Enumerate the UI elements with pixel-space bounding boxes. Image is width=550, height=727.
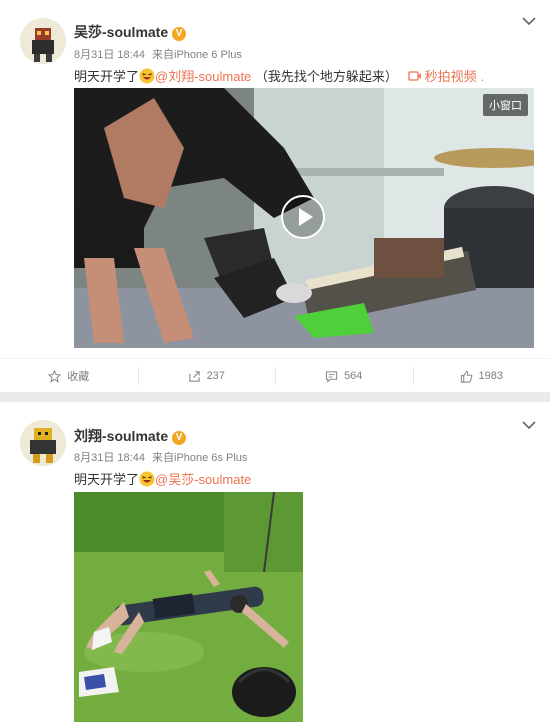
author-name[interactable]: 刘翔-soulmate V <box>74 426 187 446</box>
video-player[interactable]: 小窗口 <box>74 88 534 348</box>
comment-button[interactable]: 564 <box>275 359 413 393</box>
post-date[interactable]: 8月31日 18:44 <box>74 49 145 61</box>
post-date[interactable]: 8月31日 18:44 <box>74 452 145 464</box>
post-meta: 8月31日 18:44 来自iPhone 6 Plus <box>74 46 242 62</box>
source-label: 来自 <box>152 452 174 464</box>
repost-count: 237 <box>206 370 225 382</box>
author-link[interactable]: 刘翔-soulmate <box>74 428 168 444</box>
action-bar: 收藏 237 564 1983 <box>0 358 550 393</box>
author-link[interactable]: 吴莎-soulmate <box>74 24 168 40</box>
post-text-body: 明天开学了 <box>74 472 140 487</box>
source-device[interactable]: iPhone 6s Plus <box>174 452 247 464</box>
post-text-suffix: （我先找个地方躲起来） <box>254 69 398 84</box>
avatar[interactable] <box>20 18 66 64</box>
source-device[interactable]: iPhone 6 Plus <box>174 49 242 61</box>
like-button[interactable]: 1983 <box>412 359 550 393</box>
post-meta: 8月31日 18:44 来自iPhone 6s Plus <box>74 449 247 465</box>
favorite-label: 收藏 <box>67 371 90 383</box>
repost-icon <box>188 370 200 382</box>
play-icon[interactable] <box>281 195 325 239</box>
video-icon <box>407 71 421 81</box>
star-icon <box>48 369 62 383</box>
repost-button[interactable]: 237 <box>137 359 276 393</box>
avatar[interactable] <box>20 420 66 466</box>
video-link[interactable]: 秒拍视频 <box>425 69 477 84</box>
favorite-button[interactable]: 收藏 <box>0 359 138 393</box>
like-count: 1983 <box>478 370 503 382</box>
source-label: 来自 <box>152 49 174 61</box>
video-link-dot: . <box>480 69 485 84</box>
mention-link[interactable]: @刘翔-soulmate <box>155 69 251 84</box>
post-text: 明天开学了 @刘翔-soulmate （我先找个地方躲起来） 秒拍视频. <box>74 66 484 85</box>
comment-icon <box>325 370 338 383</box>
laugh-emoji-icon <box>139 68 155 84</box>
laugh-emoji-icon <box>139 471 155 487</box>
chevron-down-icon[interactable] <box>522 16 536 26</box>
mention-link[interactable]: @吴莎-soulmate <box>155 472 251 487</box>
author-name[interactable]: 吴莎-soulmate V <box>74 22 187 42</box>
weibo-post-2: 刘翔-soulmate V 8月31日 18:44 来自iPhone 6s Plu… <box>0 402 550 727</box>
chevron-down-icon[interactable] <box>522 420 536 430</box>
weibo-post-1: 吴莎-soulmate V 8月31日 18:44 来自iPhone 6 Plus… <box>0 0 550 392</box>
verified-badge-icon: V <box>172 27 187 41</box>
comment-count: 564 <box>344 370 363 382</box>
post-text-body: 明天开学了 <box>74 69 140 84</box>
mini-window-button[interactable]: 小窗口 <box>483 94 528 116</box>
verified-badge-icon: V <box>172 431 187 445</box>
photo-image <box>74 492 303 722</box>
post-text: 明天开学了 @吴莎-soulmate <box>74 469 251 488</box>
thumbs-up-icon <box>460 370 472 383</box>
post-photo[interactable] <box>74 492 303 722</box>
